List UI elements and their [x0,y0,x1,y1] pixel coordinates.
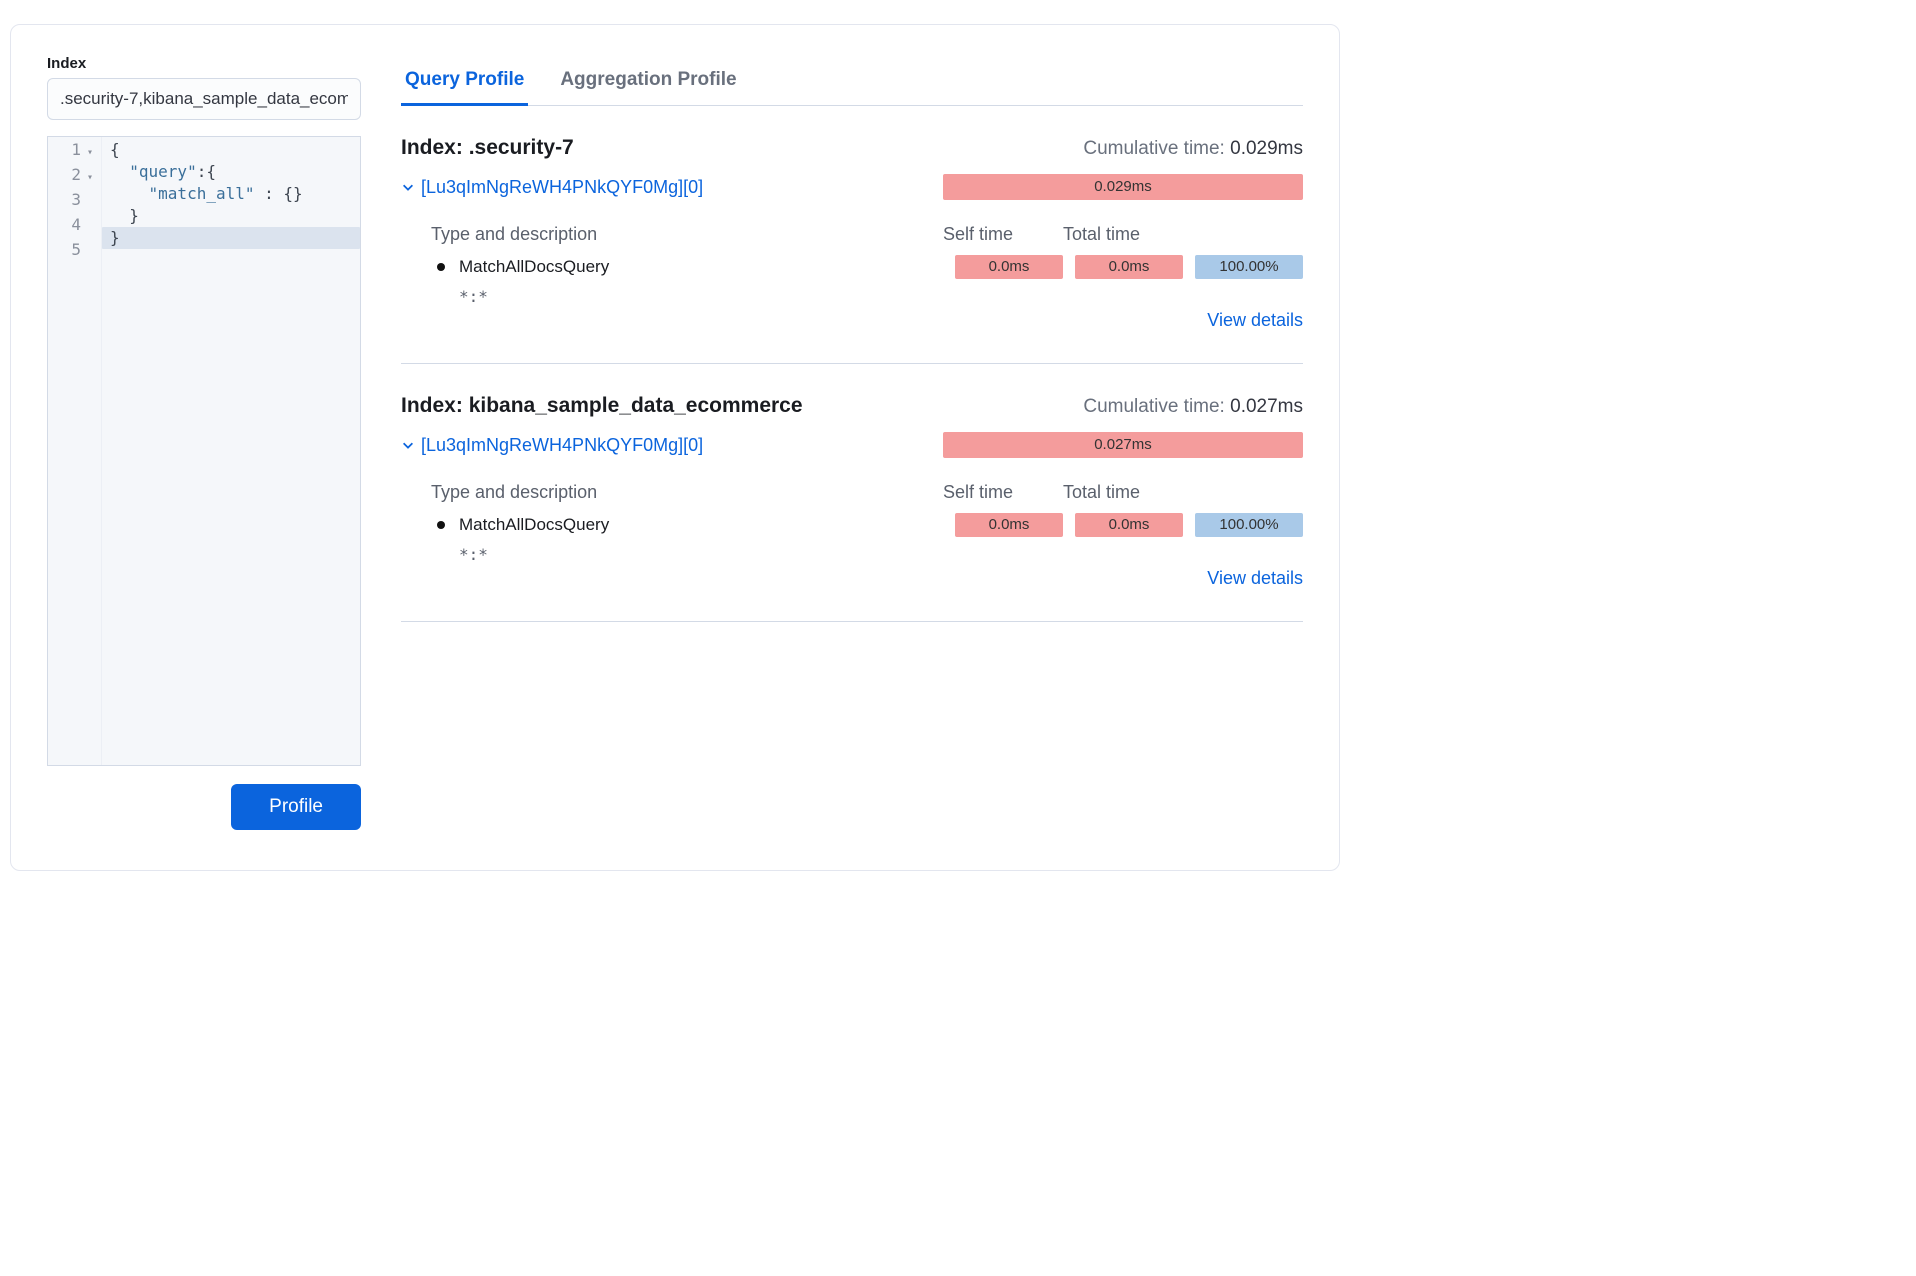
query-editor[interactable]: 1▾ 2▾ 3 4 5 { "query":{ "match_all" : {}… [47,136,361,766]
query-expr: *:* [459,545,1303,564]
right-panel: Query Profile Aggregation Profile Index:… [401,55,1303,830]
percent-badge: 100.00% [1195,255,1303,279]
cumulative-time: Cumulative time: 0.029ms [1083,138,1303,160]
profile-result: Index: kibana_sample_data_ecommerce Cumu… [401,364,1303,622]
query-type: MatchAllDocsQuery [459,515,955,535]
shard-link[interactable]: [Lu3qImNgReWH4PNkQYF0Mg][0] [421,177,703,198]
editor-gutter: 1▾ 2▾ 3 4 5 [48,137,102,765]
query-row: MatchAllDocsQuery 0.0ms 0.0ms 100.00% [401,255,1303,279]
shard-time-bar: 0.027ms [943,432,1303,458]
query-type: MatchAllDocsQuery [459,257,955,277]
tabs: Query Profile Aggregation Profile [401,69,1303,106]
left-panel: Index 1▾ 2▾ 3 4 5 { "query":{ "match_all… [47,55,361,830]
columns-header: Type and description Self time Total tim… [401,224,1303,245]
index-label: Index [47,55,361,72]
view-details-link[interactable]: View details [1207,568,1303,588]
chevron-down-icon[interactable] [401,438,415,452]
editor-code[interactable]: { "query":{ "match_all" : {} } } [102,137,360,765]
profile-card: Index 1▾ 2▾ 3 4 5 { "query":{ "match_all… [10,24,1340,871]
shard-link[interactable]: [Lu3qImNgReWH4PNkQYF0Mg][0] [421,435,703,456]
columns-header: Type and description Self time Total tim… [401,482,1303,503]
index-input[interactable] [47,78,361,120]
profile-result: Index: .security-7 Cumulative time: 0.02… [401,106,1303,364]
percent-badge: 100.00% [1195,513,1303,537]
query-expr: *:* [459,287,1303,306]
total-time-badge: 0.0ms [1075,255,1183,279]
total-time-badge: 0.0ms [1075,513,1183,537]
shard-time-bar: 0.029ms [943,174,1303,200]
self-time-badge: 0.0ms [955,513,1063,537]
bullet-icon [437,263,445,271]
index-title: Index: kibana_sample_data_ecommerce [401,394,803,418]
query-row: MatchAllDocsQuery 0.0ms 0.0ms 100.00% [401,513,1303,537]
view-details-link[interactable]: View details [1207,310,1303,330]
bullet-icon [437,521,445,529]
self-time-badge: 0.0ms [955,255,1063,279]
tab-aggregation-profile[interactable]: Aggregation Profile [556,69,740,106]
tab-query-profile[interactable]: Query Profile [401,69,528,106]
cumulative-time: Cumulative time: 0.027ms [1083,396,1303,418]
chevron-down-icon[interactable] [401,180,415,194]
profile-button[interactable]: Profile [231,784,361,830]
index-title: Index: .security-7 [401,136,574,160]
